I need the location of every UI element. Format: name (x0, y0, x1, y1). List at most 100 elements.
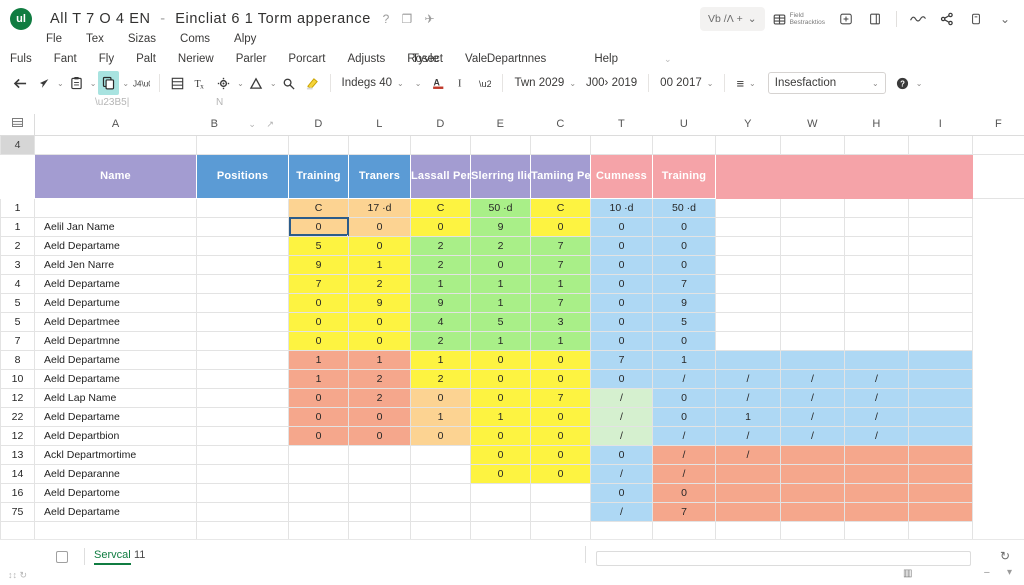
grid-cell-empty[interactable] (908, 134, 973, 155)
column-header-d-4[interactable]: D (410, 114, 471, 136)
refresh-icon[interactable]: ↻ (1000, 549, 1010, 563)
menu-overflow-caret-icon[interactable]: ⌄ (664, 54, 672, 65)
row-header-5[interactable]: 5 (0, 292, 35, 313)
cell-value[interactable] (844, 254, 909, 275)
cell-value[interactable]: 0 (590, 235, 653, 256)
undo-button[interactable] (10, 71, 31, 95)
cell-value[interactable] (844, 444, 909, 465)
cell-value[interactable]: 0 (530, 463, 591, 484)
column-b-tools[interactable]: ⌄ ↗ (248, 119, 274, 130)
cell-value[interactable] (908, 235, 973, 256)
menu-item-porcart[interactable]: Porcart (286, 52, 327, 66)
help-caret-icon[interactable]: ⌄ (916, 79, 923, 88)
comments-button[interactable] (963, 6, 989, 32)
cell-name[interactable]: Aeld Departmee (34, 311, 197, 332)
cell-value[interactable]: 1 (288, 349, 349, 370)
fill-handle[interactable] (346, 233, 348, 235)
cell-value[interactable]: 1 (470, 406, 531, 427)
ribbon-collapse-button[interactable]: ⌄ (992, 6, 1018, 32)
cell-value[interactable] (908, 368, 973, 389)
banner-cell-cumness-7[interactable]: Cumness (590, 153, 653, 199)
menu-item-parler[interactable]: Parler (234, 52, 269, 66)
cell-value[interactable]: / (780, 406, 845, 427)
cell-value[interactable] (780, 235, 845, 256)
table-row[interactable]: 2 Aeld Departame 5 0 2 2 7 0 0 (0, 235, 1024, 256)
cell-value[interactable] (844, 501, 909, 522)
cell-value[interactable] (844, 273, 909, 294)
cell-positions[interactable] (196, 197, 289, 218)
cell-value[interactable] (348, 501, 411, 522)
split-pane-button[interactable] (862, 6, 888, 32)
cell-style-dropdown[interactable]: Insesfaction ⌄ (767, 72, 886, 94)
cell-name[interactable]: Aeld Departame (34, 273, 197, 294)
cell-value[interactable] (844, 482, 909, 503)
cell-value[interactable] (908, 406, 973, 427)
cell-value[interactable] (844, 216, 909, 237)
cell-value[interactable] (348, 444, 411, 465)
cell-value[interactable] (908, 444, 973, 465)
spreadsheet-grid[interactable]: A B ⌄ ↗ D L D E C T U Y W H I F 4 Name Positions Training… (0, 114, 1024, 539)
select-all-corner[interactable] (0, 114, 35, 136)
table-row[interactable]: 5 Aeld Departmee 0 0 4 5 3 0 5 (0, 311, 1024, 332)
table-row[interactable] (0, 520, 1024, 539)
cell-value[interactable]: / (844, 387, 909, 408)
cell-value[interactable] (908, 482, 973, 503)
table-row[interactable]: 75 Aeld Departame /7 (0, 501, 1024, 522)
cell-value[interactable] (780, 273, 845, 294)
grid-cell-empty[interactable] (652, 134, 716, 155)
merge-cells-button[interactable]: J4\u0335 (131, 71, 152, 95)
font-color-button[interactable]: A (428, 71, 449, 95)
cell-value[interactable]: 9 (410, 292, 471, 313)
cell-value[interactable]: / (844, 425, 909, 446)
cell-value[interactable]: 5 (470, 311, 531, 332)
cell-value[interactable]: / (780, 387, 845, 408)
select-all-checkbox[interactable] (56, 551, 68, 563)
cell-value[interactable] (908, 254, 973, 275)
cell-value[interactable]: 0 (470, 444, 531, 465)
cell-value[interactable]: / (844, 406, 909, 427)
cell-value[interactable]: 0 (652, 387, 716, 408)
cell-value[interactable] (908, 501, 973, 522)
cell-value[interactable]: 0 (410, 425, 471, 446)
cell-name[interactable]: Aeld Deparanne (34, 463, 197, 484)
cell-name[interactable]: Aeld Departame (34, 501, 197, 522)
table-row[interactable]: 8 Aeld Departame 1 1 1 0 0 7 1 (0, 349, 1024, 370)
cell-value[interactable] (780, 292, 845, 313)
cell-value[interactable]: 0 (348, 330, 411, 351)
cell-value[interactable]: C (410, 197, 471, 218)
cell-value[interactable]: 50 ·d (470, 197, 531, 218)
column-header-e-5[interactable]: E (470, 114, 531, 136)
banner-cell-lassall-period-4[interactable]: Lassall Period (410, 153, 471, 199)
cell-value[interactable] (780, 216, 845, 237)
cell-value[interactable] (908, 330, 973, 351)
cell-positions[interactable] (196, 292, 289, 313)
share-button[interactable] (934, 6, 960, 32)
copy-button[interactable] (98, 71, 120, 95)
cell-value[interactable] (715, 292, 781, 313)
grid-cell-empty[interactable] (715, 134, 781, 155)
cell-value[interactable]: / (590, 387, 653, 408)
cell-value[interactable] (288, 444, 349, 465)
grid-cell-empty[interactable] (288, 134, 349, 155)
cell-value[interactable]: 9 (652, 292, 716, 313)
table-row[interactable]: 14 Aeld Deparanne 0 0// (0, 463, 1024, 484)
cell-value[interactable]: 0 (410, 216, 471, 237)
cell-value[interactable] (470, 501, 531, 522)
clear-formatting-button[interactable]: T x (190, 71, 211, 95)
row-header-6[interactable]: 5 (0, 311, 35, 332)
column-header-d-2[interactable]: D (288, 114, 349, 136)
cell-value[interactable] (715, 349, 781, 370)
cell-value[interactable]: 0 (348, 235, 411, 256)
menu-item-fle[interactable]: Fle (44, 32, 64, 46)
cell-value[interactable] (844, 463, 909, 484)
chart-view-icon[interactable]: ▥ (903, 568, 912, 579)
font-size-control[interactable]: J00› 2019 (582, 72, 641, 94)
cell-value[interactable]: 0 (530, 406, 591, 427)
cell-value[interactable]: 0 (652, 406, 716, 427)
cell-value[interactable]: 0 (590, 482, 653, 503)
cell-value[interactable]: 0 (288, 406, 349, 427)
cell-value[interactable]: / (590, 406, 653, 427)
table-row[interactable]: 5 Aeld Departume 0 9 9 1 7 0 9 (0, 292, 1024, 313)
cell-value[interactable] (530, 482, 591, 503)
row-header-2[interactable]: 2 (0, 235, 35, 256)
